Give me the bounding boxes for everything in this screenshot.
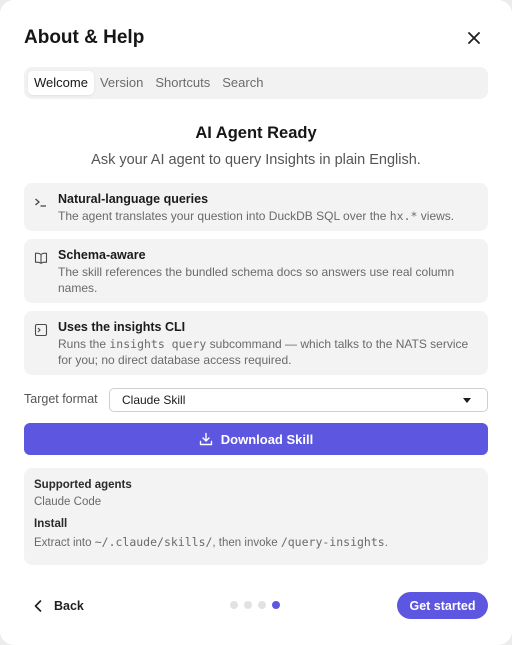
get-started-button[interactable]: Get started <box>397 592 488 619</box>
tab-version[interactable]: Version <box>94 71 149 95</box>
feature-title: Natural-language queries <box>58 192 209 206</box>
chevron-down-icon <box>463 398 471 403</box>
download-icon <box>199 432 212 446</box>
feature-description: Runs the insights query subcommand — whi… <box>58 337 469 367</box>
inline-code: hx.* <box>389 209 418 223</box>
tab-search[interactable]: Search <box>216 71 269 95</box>
dialog-footer: Back Get started <box>24 592 488 619</box>
target-format-row: Target format Claude Skill <box>24 388 488 412</box>
book-icon <box>34 252 48 264</box>
feature-description: The skill references the bundled schema … <box>58 265 455 295</box>
inline-code: insights query <box>109 337 207 351</box>
supported-agents-label: Supported agents <box>34 479 132 491</box>
target-format-value: Claude Skill <box>122 393 186 407</box>
install-label: Install <box>34 518 68 530</box>
chevron-left-icon <box>34 599 42 612</box>
feature-card-insights-cli: Uses the insights CLI Runs the insights … <box>24 311 488 375</box>
install-path-code: ~/.claude/skills/ <box>94 535 213 549</box>
page-dot-1[interactable] <box>230 601 238 609</box>
supported-agents-value: Claude Code <box>34 496 102 508</box>
hero-subtitle: Ask your AI agent to query Insights in p… <box>91 152 421 168</box>
terminal-prompt-icon <box>35 198 46 207</box>
target-format-label: Target format <box>24 392 98 406</box>
tab-welcome[interactable]: Welcome <box>28 71 94 95</box>
tab-shortcuts[interactable]: Shortcuts <box>149 71 216 95</box>
close-button[interactable] <box>460 24 488 52</box>
about-help-dialog: About & Help Welcome Version Shortcuts S… <box>0 0 512 645</box>
page-dot-2[interactable] <box>244 601 252 609</box>
feature-description: The agent translates your question into … <box>58 209 455 223</box>
dialog-header: About & Help <box>24 24 488 54</box>
page-dot-4[interactable] <box>272 601 280 609</box>
back-button-label: Back <box>54 598 84 613</box>
download-skill-button[interactable]: Download Skill <box>24 423 488 455</box>
invoke-command-code: /query-insights <box>280 535 385 549</box>
install-instructions: Extract into ~/.claude/skills/, then inv… <box>34 535 388 549</box>
feature-title: Uses the insights CLI <box>58 320 186 334</box>
hero-title: AI Agent Ready <box>195 124 317 142</box>
close-icon <box>468 32 480 44</box>
tab-bar: Welcome Version Shortcuts Search <box>24 67 488 99</box>
target-format-select[interactable]: Claude Skill <box>109 388 488 412</box>
feature-card-schema-aware: Schema-aware The skill references the bu… <box>24 239 488 303</box>
feature-title: Schema-aware <box>58 248 146 262</box>
download-button-label: Download Skill <box>220 431 314 447</box>
dialog-title: About & Help <box>24 27 145 48</box>
terminal-window-icon <box>34 323 48 337</box>
page-indicator <box>230 601 286 610</box>
install-info-panel: Supported agents Claude Code Install Ext… <box>24 468 488 565</box>
feature-card-nl-queries: Natural-language queries The agent trans… <box>24 183 488 231</box>
page-dot-3[interactable] <box>258 601 266 609</box>
back-button[interactable]: Back <box>34 592 84 619</box>
